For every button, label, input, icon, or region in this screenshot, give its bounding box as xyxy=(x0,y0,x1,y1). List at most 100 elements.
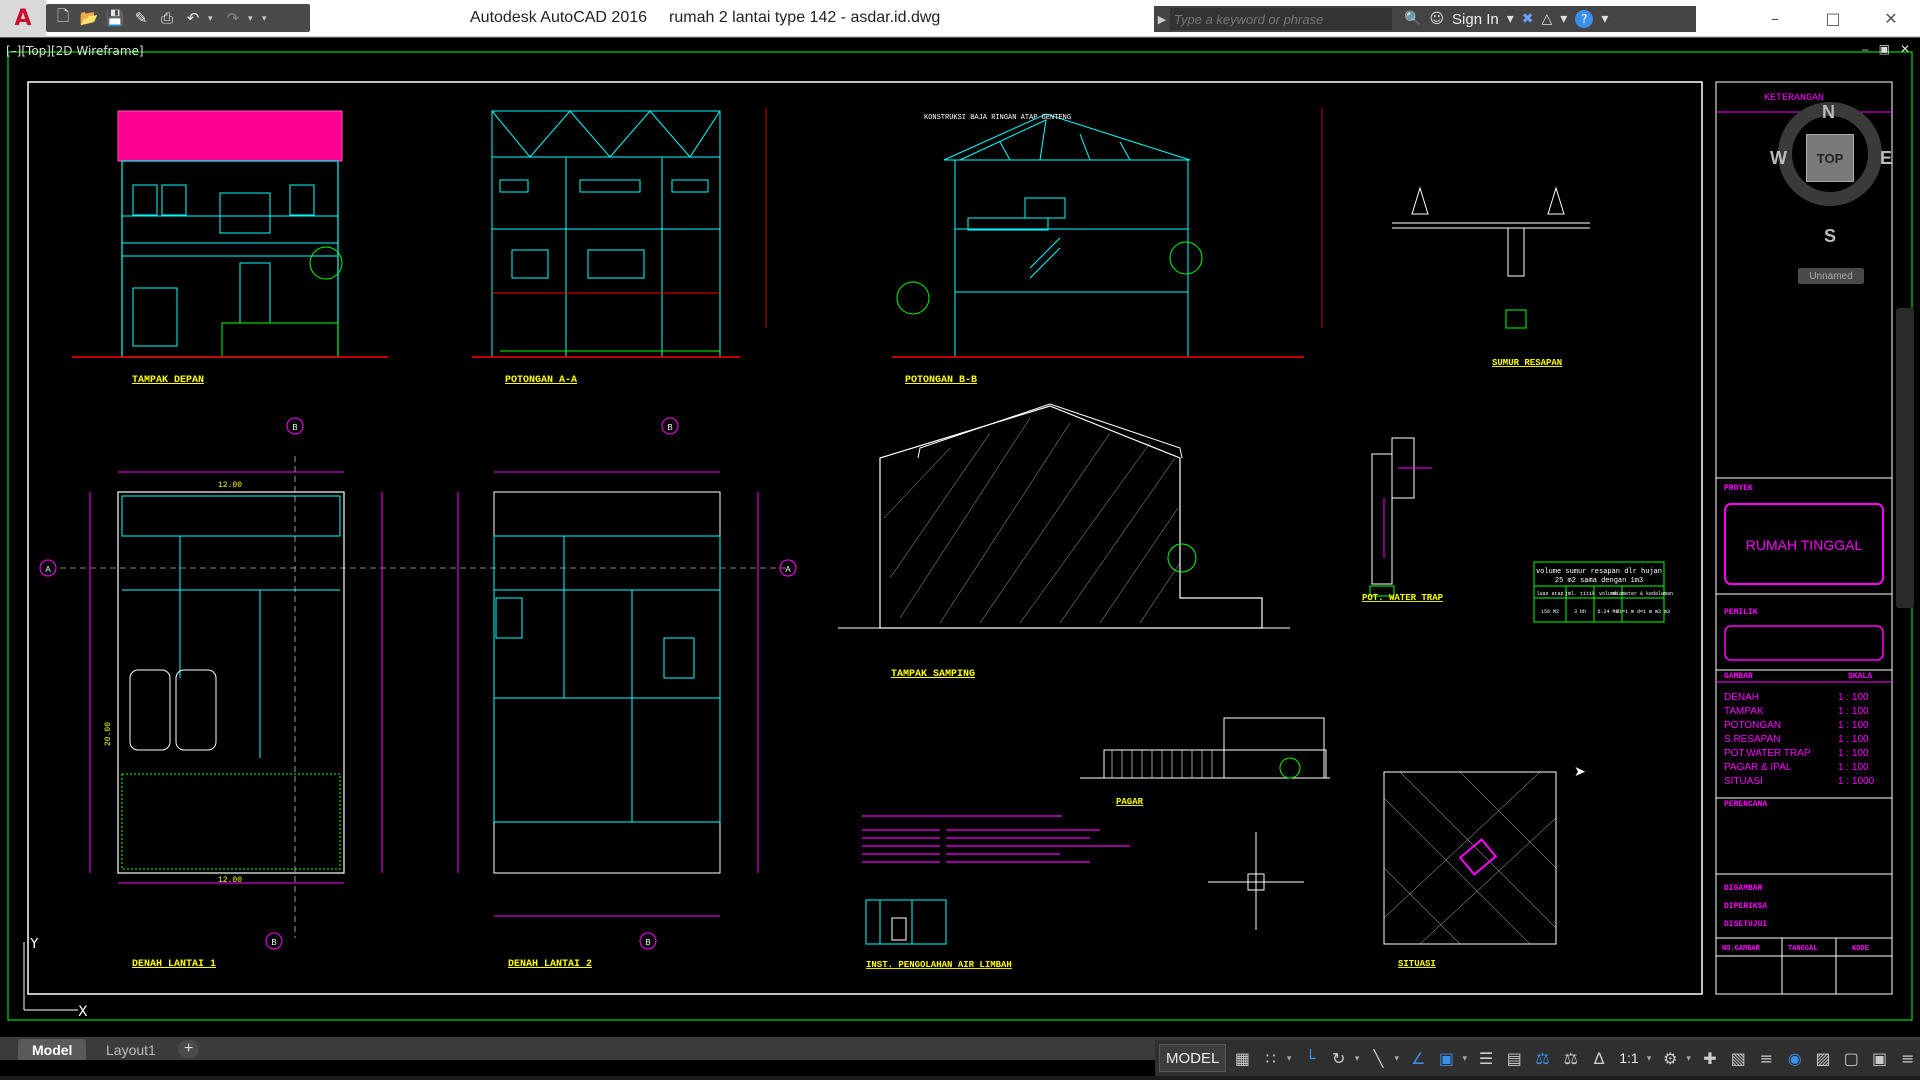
tab-model[interactable]: Model xyxy=(18,1039,87,1060)
application-menu-button[interactable]: A xyxy=(0,0,46,37)
sign-in-button[interactable]: Sign In xyxy=(1452,11,1499,28)
workspace-dropdown-icon[interactable]: ▾ xyxy=(1686,1053,1693,1064)
dim-depth-1b: 12.00 xyxy=(218,876,242,885)
grid-a-right-2: A xyxy=(785,565,791,574)
viewport-controls-label[interactable]: [–][Top][2D Wireframe] xyxy=(6,44,144,58)
pemilik-label: PEMILIK xyxy=(1724,608,1758,617)
osnap-dropdown-icon[interactable]: ▾ xyxy=(1463,1053,1470,1064)
bottom-strip xyxy=(0,1076,1920,1080)
annotation-visibility-icon[interactable]: ⚖ xyxy=(1530,1044,1554,1072)
isolate-objects-icon[interactable]: ▨ xyxy=(1811,1044,1835,1072)
water-trap-detail: POT. WATER TRAP xyxy=(1362,437,1444,603)
roof-construction-note: KONSTRUKSI BAJA RINGAN ATAP GENTENG xyxy=(924,114,1071,122)
add-layout-button[interactable]: + xyxy=(178,1040,200,1058)
tab-layout1[interactable]: Layout1 xyxy=(92,1039,170,1060)
quick-properties-icon[interactable]: ≡ xyxy=(1754,1044,1778,1072)
compass-south[interactable]: S xyxy=(1824,226,1836,247)
table-row: 156 M2 3 bh 6.24 M3d1=1 m d=1 m m3 m3 xyxy=(1541,609,1670,615)
viewport-restore-icon[interactable]: ▣ xyxy=(1879,42,1890,56)
model-space-button[interactable]: MODEL xyxy=(1159,1044,1227,1072)
scale-dropdown-icon[interactable]: ▾ xyxy=(1647,1053,1654,1064)
snap-dropdown-icon[interactable]: ▾ xyxy=(1287,1053,1294,1064)
navigation-bar[interactable] xyxy=(1896,308,1914,608)
a360-icon[interactable]: △ xyxy=(1542,11,1553,27)
redo-dropdown-icon[interactable]: ▾ xyxy=(248,13,258,24)
annotation-scale-icon[interactable]: ∆ xyxy=(1587,1044,1611,1072)
minimize-icon[interactable]: – xyxy=(1746,0,1804,37)
open-folder-icon[interactable]: 📂 xyxy=(78,7,100,29)
polar-tracking-icon[interactable]: ↻ xyxy=(1327,1044,1351,1072)
help-menu-dropdown-icon[interactable]: ▾ xyxy=(1601,11,1608,27)
floor-plan-1: B A B 12.00 12.00 20.00 DENAH LANTAI 1 xyxy=(39,417,790,970)
annotation-scale-value[interactable]: 1:1 xyxy=(1615,1050,1642,1066)
table-columns: luas atap jml. titik volumediameter & keda… xyxy=(1536,591,1673,597)
viewport-close-icon[interactable]: ✕ xyxy=(1900,42,1910,56)
ortho-icon[interactable]: └ xyxy=(1298,1044,1322,1072)
lineweight-icon[interactable]: ☰ xyxy=(1474,1044,1498,1072)
compass-west[interactable]: W xyxy=(1770,148,1787,169)
lock-ui-icon[interactable]: ◉ xyxy=(1783,1044,1807,1072)
maximize-icon[interactable]: □ xyxy=(1804,0,1862,37)
isodraft-icon[interactable]: ╲ xyxy=(1366,1044,1390,1072)
help-icon[interactable]: ? xyxy=(1575,10,1594,28)
object-snap-icon[interactable]: ▣ xyxy=(1434,1044,1458,1072)
user-icon[interactable]: ☺ xyxy=(1429,11,1444,27)
grid-icon[interactable]: ▦ xyxy=(1230,1044,1254,1072)
viewcube[interactable]: TOP N S W E xyxy=(1770,78,1892,246)
table-cell: 156 M2 xyxy=(1541,609,1559,615)
new-file-icon[interactable]: 🗋 xyxy=(52,7,74,29)
compass-east[interactable]: E xyxy=(1880,148,1892,169)
viewport-minimize-icon[interactable]: – xyxy=(1862,42,1869,56)
units-icon[interactable]: ▧ xyxy=(1726,1044,1750,1072)
drawing-list-name: TAMPAK xyxy=(1724,706,1764,717)
drawing-viewport[interactable]: KETERANGAN PROYEK RUMAH TINGGAL PEMILIK … xyxy=(0,37,1920,1037)
table-cell: d1=1 m d=1 m m3 m3 xyxy=(1616,609,1670,615)
snap-mode-icon[interactable]: ∷ xyxy=(1259,1044,1283,1072)
redo-icon[interactable]: ↷ xyxy=(222,7,244,29)
exchange-apps-icon[interactable]: ✖ xyxy=(1522,11,1534,27)
annotation-monitor-icon[interactable]: ✚ xyxy=(1698,1044,1722,1072)
owner-box xyxy=(1724,625,1884,661)
customize-qat-icon[interactable]: ▾ xyxy=(262,13,272,24)
infocenter-bar: 🔍 ☺ Sign In ▾ ✖ △ ▾ ? ▾ xyxy=(1396,6,1696,32)
drawing-list-scale: 1 : 100 xyxy=(1838,748,1869,759)
window-controls: – □ ✕ xyxy=(1746,0,1920,37)
crosshair-cursor xyxy=(1208,832,1304,930)
pot-water-trap-title: POT. WATER TRAP xyxy=(1362,593,1444,603)
viewcube-top-face[interactable]: TOP xyxy=(1806,134,1854,182)
isodraft-dropdown-icon[interactable]: ▾ xyxy=(1395,1053,1402,1064)
save-icon[interactable]: 💾 xyxy=(104,7,126,29)
undo-dropdown-icon[interactable]: ▾ xyxy=(208,13,218,24)
hardware-acceleration-icon[interactable]: ▢ xyxy=(1839,1044,1863,1072)
autocad-logo-icon: A xyxy=(14,6,32,31)
workspace-gear-icon[interactable]: ⚙ xyxy=(1658,1044,1682,1072)
compass-north[interactable]: N xyxy=(1822,102,1835,123)
drawing-list-scale: 1 : 100 xyxy=(1838,706,1869,717)
close-icon[interactable]: ✕ xyxy=(1862,0,1920,37)
undo-icon[interactable]: ↶ xyxy=(182,7,204,29)
no-gambar-label: NO.GAMBAR xyxy=(1722,945,1761,953)
object-snap-tracking-icon[interactable]: ∠ xyxy=(1406,1044,1430,1072)
proyek-label: PROYEK xyxy=(1724,484,1753,493)
dim-length-1: 20.00 xyxy=(104,722,113,746)
potongan-aa-title: POTONGAN A-A xyxy=(505,375,577,386)
binoculars-search-icon[interactable]: 🔍 xyxy=(1404,11,1421,27)
customization-icon[interactable]: ≡ xyxy=(1896,1044,1920,1072)
drawing-list-name: POTONGAN xyxy=(1724,720,1781,731)
sign-in-dropdown-icon[interactable]: ▾ xyxy=(1507,11,1514,27)
denah-1-title: DENAH LANTAI 1 xyxy=(132,959,216,970)
clean-screen-icon[interactable]: ▣ xyxy=(1867,1044,1891,1072)
polar-dropdown-icon[interactable]: ▾ xyxy=(1355,1053,1362,1064)
search-input[interactable] xyxy=(1170,8,1392,30)
ucs-menu-button[interactable]: Unnamed xyxy=(1798,268,1864,284)
file-name: rumah 2 lantai type 142 - asdar.id.dwg xyxy=(669,9,941,26)
plot-printer-icon[interactable]: ⎙ xyxy=(156,7,178,29)
status-bar: MODEL ▦ ∷ ▾ └ ↻ ▾ ╲ ▾ ∠ ▣ ▾ ☰ ▤ ⚖ ⚖ ∆ 1:… xyxy=(1155,1040,1920,1076)
situasi-title: SITUASI xyxy=(1398,959,1436,969)
help-dropdown-icon[interactable]: ▾ xyxy=(1560,11,1567,27)
diperiksa-label: DIPERIKSA xyxy=(1724,902,1767,911)
search-expand-icon[interactable]: ▶ xyxy=(1154,13,1170,26)
auto-scale-icon[interactable]: ⚖ xyxy=(1559,1044,1583,1072)
save-as-icon[interactable]: ✎ xyxy=(130,7,152,29)
transparency-icon[interactable]: ▤ xyxy=(1502,1044,1526,1072)
